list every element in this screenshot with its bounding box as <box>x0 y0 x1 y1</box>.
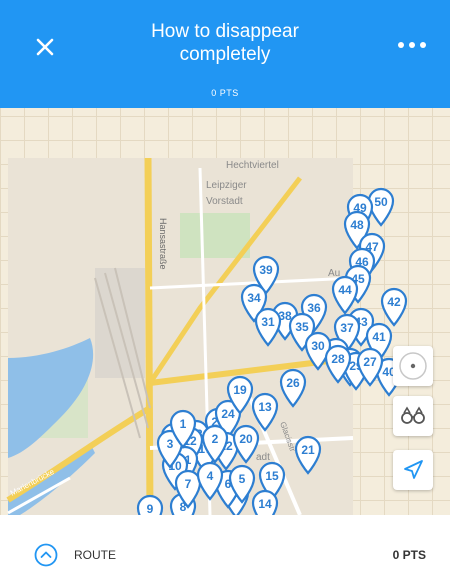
map-canvas: Hechtviertel Leipziger Vorstadt Hansastr… <box>6 157 408 515</box>
title-line-2: completely <box>179 44 271 65</box>
map-pin-label: 26 <box>286 376 300 390</box>
navigation-arrow-icon <box>404 460 423 479</box>
map-pin-label: 14 <box>258 497 272 511</box>
map-pin-label: 42 <box>387 295 401 309</box>
map-pin-label: 1 <box>180 417 187 431</box>
map-label: adt <box>256 452 270 463</box>
target-icon <box>399 352 427 380</box>
map-label: Vorstadt <box>206 196 243 207</box>
map-pin-label: 3 <box>167 437 174 451</box>
map-pin-label: 39 <box>259 263 273 277</box>
map-pin-label: 28 <box>331 352 345 366</box>
map-pin-label: 15 <box>265 469 279 483</box>
map-pin-label: 4 <box>207 469 214 483</box>
page-title: How to disappear completely <box>110 20 340 66</box>
locate-button[interactable] <box>393 346 433 386</box>
map-pin-label: 21 <box>301 443 315 457</box>
points-label: 0 PTS <box>211 88 239 98</box>
map-pin-label: 35 <box>295 320 309 334</box>
explore-button[interactable] <box>393 396 433 436</box>
map-pin-label: 2 <box>212 432 219 446</box>
map-pin-label: 31 <box>261 315 275 329</box>
road <box>144 157 154 515</box>
street-label: Hansastraße <box>158 218 168 270</box>
navigate-button[interactable] <box>393 450 433 490</box>
map-label: Leipziger <box>206 180 247 191</box>
route-bar: ROUTE 0 PTS <box>0 515 450 584</box>
map-pin-label: 7 <box>185 477 192 491</box>
map-pin-label: 24 <box>221 407 235 421</box>
map-pin[interactable]: 42 <box>380 287 408 327</box>
map-pin-label: 34 <box>247 291 261 305</box>
park-area <box>180 213 250 258</box>
app-header: How to disappear completely 0 PTS <box>0 0 450 108</box>
map-label: Hechtviertel <box>226 160 279 171</box>
map-pin-label: 27 <box>363 355 377 369</box>
title-line-1: How to disappear <box>151 21 299 42</box>
close-icon[interactable] <box>28 30 62 64</box>
map-pin-label: 19 <box>233 383 247 397</box>
map-pin-label: 48 <box>350 218 364 232</box>
map-pin-label: 13 <box>258 400 272 414</box>
map-pin[interactable]: 9 <box>136 494 164 515</box>
map-label: Au <box>328 268 340 279</box>
map-pin-label: 9 <box>147 502 154 515</box>
map-pin-label: 30 <box>311 339 325 353</box>
route-points: 0 PTS <box>392 548 426 562</box>
map-pin-label: 50 <box>374 195 388 209</box>
more-icon[interactable] <box>392 30 432 60</box>
map-pin-label: 37 <box>340 321 354 335</box>
route-label: ROUTE <box>74 548 116 562</box>
map-pin-label: 41 <box>372 330 386 344</box>
chevron-up-circle-icon[interactable] <box>34 543 58 567</box>
binoculars-icon <box>401 406 425 424</box>
map-pin[interactable]: 14 <box>251 489 279 515</box>
map-pin-label: 5 <box>239 472 246 486</box>
map-pin-label: 20 <box>239 432 253 446</box>
map-pin-label: 44 <box>338 283 352 297</box>
map-pin-label: 36 <box>307 301 321 315</box>
map-view[interactable]: Hechtviertel Leipziger Vorstadt Hansastr… <box>0 108 450 515</box>
